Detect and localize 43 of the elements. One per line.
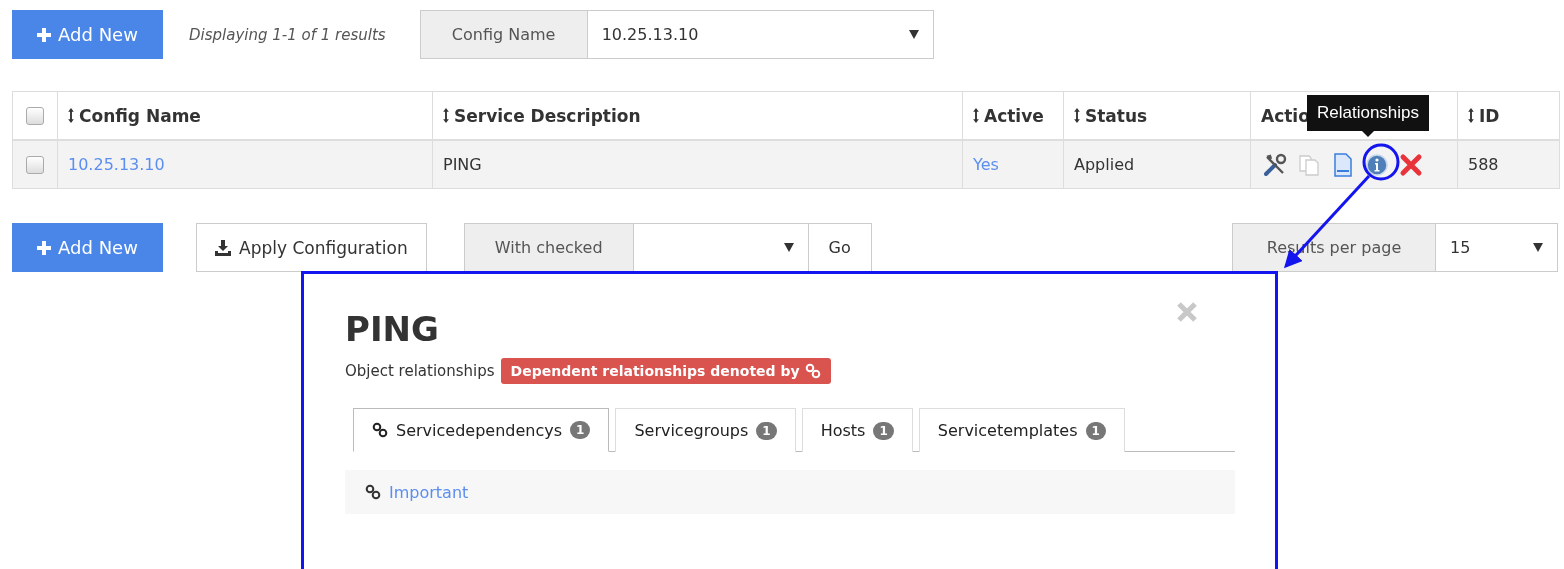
row-checkbox[interactable] bbox=[26, 155, 44, 174]
link-icon bbox=[372, 422, 388, 438]
select-all-checkbox[interactable] bbox=[26, 106, 44, 125]
dialog-title: PING bbox=[345, 312, 439, 346]
sort-icon[interactable] bbox=[1074, 108, 1080, 123]
dependency-badge: Dependent relationships denoted by bbox=[500, 358, 831, 384]
sort-icon[interactable] bbox=[68, 108, 74, 123]
plus-icon bbox=[37, 240, 52, 255]
add-new-button[interactable]: Add New bbox=[12, 10, 163, 59]
count-badge: 1 bbox=[873, 421, 894, 440]
apply-configuration-button[interactable]: Apply Configuration bbox=[196, 223, 427, 272]
link-icon bbox=[365, 484, 381, 500]
dialog-subtitle: Object relationships bbox=[345, 362, 495, 380]
sort-icon[interactable] bbox=[973, 108, 979, 123]
column-header[interactable]: Config Name bbox=[79, 105, 201, 126]
add-new-button[interactable]: Add New bbox=[12, 223, 163, 272]
relationship-tab[interactable]: Servicedependencys 1 bbox=[353, 408, 610, 452]
count-badge: 1 bbox=[756, 421, 777, 440]
column-header[interactable]: Active bbox=[984, 105, 1044, 126]
tools-icon[interactable] bbox=[1263, 152, 1287, 177]
count-badge: 1 bbox=[1085, 421, 1106, 440]
sort-icon[interactable] bbox=[1468, 108, 1474, 123]
count-badge: 1 bbox=[570, 421, 591, 439]
relationship-tab[interactable]: Servicetemplates 1 bbox=[918, 408, 1125, 452]
info-icon[interactable] bbox=[1365, 152, 1389, 177]
delete-icon[interactable] bbox=[1399, 152, 1423, 177]
column-header[interactable]: Status bbox=[1085, 105, 1148, 126]
highlight-circle bbox=[1362, 143, 1400, 181]
download-icon bbox=[215, 239, 231, 256]
table-cell: 588 bbox=[1468, 155, 1499, 174]
sort-icon[interactable] bbox=[443, 108, 449, 123]
column-header[interactable]: ID bbox=[1479, 105, 1500, 126]
document-icon[interactable] bbox=[1331, 152, 1355, 177]
table-cell: PING bbox=[443, 155, 482, 174]
column-header[interactable]: Service Description bbox=[454, 105, 641, 126]
relationship-tab[interactable]: Hosts 1 bbox=[801, 408, 913, 452]
plus-icon bbox=[37, 27, 52, 42]
tooltip: Relationships bbox=[1307, 95, 1430, 131]
results-count: Displaying 1-1 of 1 results bbox=[189, 25, 386, 44]
relationship-tab[interactable]: Servicegroups 1 bbox=[615, 408, 796, 452]
tooltip-pointer-icon bbox=[1362, 131, 1375, 137]
table-cell: Applied bbox=[1074, 155, 1135, 174]
column-header[interactable]: Actio bbox=[1261, 105, 1310, 126]
